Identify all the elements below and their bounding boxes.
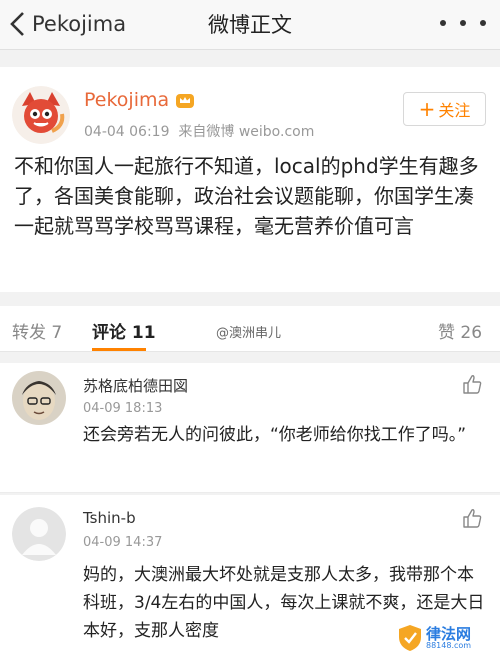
comment-item: 苏格底柏德田図 04-09 18:13 还会旁若无人的问彼此，“你老师给你找工作…: [0, 363, 500, 493]
vip-crown-icon: [176, 94, 195, 108]
comment-time: 04-09 18:13: [83, 401, 163, 416]
author-name[interactable]: Pekojima: [84, 89, 195, 111]
active-tab-indicator: [92, 348, 146, 351]
plus-icon: +: [418, 97, 436, 121]
navigation-bar: Pekojima 微博正文: [0, 0, 500, 50]
more-options-icon[interactable]: [440, 10, 486, 36]
follow-label: 关注: [438, 101, 471, 120]
author-avatar[interactable]: [12, 86, 70, 144]
site-logo-url: 88148.com: [426, 640, 472, 650]
tab-comments[interactable]: 评论 11: [92, 318, 156, 343]
tab-likes[interactable]: 赞 26: [438, 318, 482, 343]
page-title: 微博正文: [208, 13, 292, 37]
site-watermark-logo: 律法网 88148.com: [398, 620, 494, 656]
shield-icon: [399, 625, 421, 651]
commenter-avatar[interactable]: [12, 507, 66, 561]
comment-time: 04-09 14:37: [83, 535, 163, 550]
follow-button[interactable]: + 关注: [403, 92, 486, 126]
post-source: 来自微博 weibo.com: [178, 124, 315, 140]
thumbs-up-icon[interactable]: [461, 373, 483, 395]
comment-text: 还会旁若无人的问彼此，“你老师给你找工作了吗。”: [83, 425, 467, 445]
weibo-post: Pekojima 04-04 06:19 来自微博 weibo.com + 关注…: [0, 67, 500, 292]
commenter-name[interactable]: Tshin-b: [83, 509, 136, 527]
thumbs-up-icon[interactable]: [461, 507, 483, 529]
interaction-tabs: 转发 7 评论 11 @澳洲串儿 赞 26: [0, 306, 500, 352]
commenter-avatar[interactable]: [12, 371, 66, 425]
tab-repost[interactable]: 转发 7: [12, 318, 62, 343]
site-logo-name: 律法网: [426, 624, 472, 643]
post-time: 04-04 06:19: [84, 124, 170, 140]
commenter-name[interactable]: 苏格底柏德田図: [83, 375, 188, 396]
post-meta: 04-04 06:19 来自微博 weibo.com: [84, 121, 314, 141]
watermark-text: @澳洲串儿: [216, 326, 282, 341]
post-content: 不和你国人一起旅行不知道，local的phd学生有趣多了，各国美食能聊，政治社会…: [14, 154, 479, 238]
